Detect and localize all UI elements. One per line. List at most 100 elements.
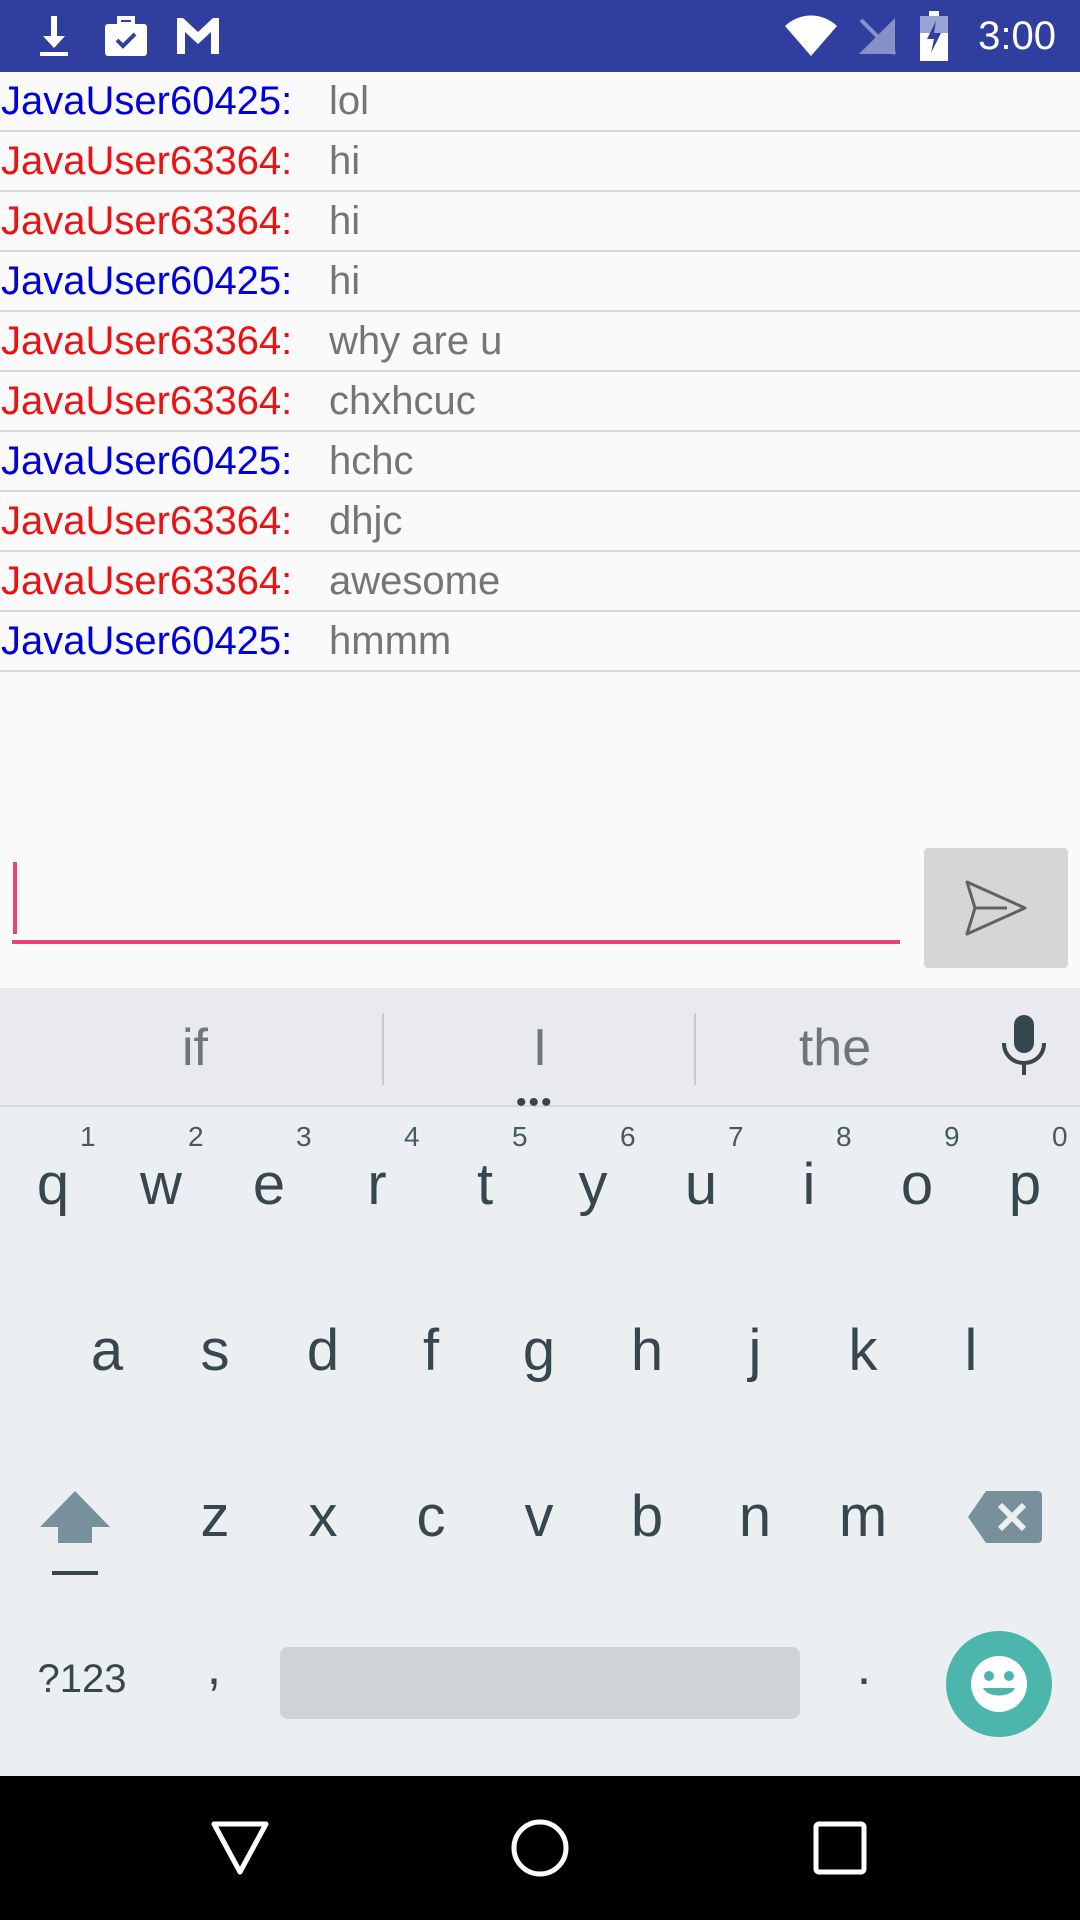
key-label: w [140,1152,182,1217]
key-p[interactable]: p0 [980,1121,1070,1231]
key-number-hint: 5 [512,1121,528,1152]
period-key[interactable]: . [826,1637,902,1707]
message-username: JavaUser63364: [1,138,293,183]
key-number-hint: 6 [620,1121,636,1152]
message-row[interactable]: JavaUser60425: lol [0,72,1080,132]
suggestion-divider [694,1013,696,1085]
message-row[interactable]: JavaUser63364: why are u [0,312,1080,372]
key-x[interactable]: x [278,1483,368,1563]
send-icon [965,880,1027,936]
key-y[interactable]: y6 [548,1121,638,1231]
message-username: JavaUser63364: [1,498,293,543]
backspace-key[interactable] [968,1489,1042,1550]
key-label: v [524,1484,554,1549]
key-u[interactable]: u7 [656,1121,746,1231]
more-suggestions-dots: ••• [516,1086,554,1119]
key-b[interactable]: b [602,1483,692,1563]
key-c[interactable]: c [386,1483,476,1563]
key-label: f [422,1318,440,1383]
key-label: s [200,1318,230,1383]
key-q[interactable]: q1 [8,1121,98,1231]
key-label: y [578,1152,608,1217]
message-row[interactable]: JavaUser60425: hchc [0,432,1080,492]
key-g[interactable]: g [494,1317,584,1397]
suggestion-3[interactable]: the [700,989,970,1107]
send-button[interactable] [924,848,1068,968]
key-label: z [200,1484,230,1549]
key-number-hint: 9 [944,1121,960,1152]
key-number-hint: 7 [728,1121,744,1152]
key-a[interactable]: a [62,1317,152,1397]
recents-button[interactable] [780,1776,900,1920]
key-e[interactable]: e3 [224,1121,314,1231]
key-n[interactable]: n [710,1483,800,1563]
navigation-bar [0,1776,1080,1920]
message-input[interactable] [12,856,900,944]
message-row[interactable]: JavaUser63364: chxhcuc [0,372,1080,432]
mic-icon[interactable] [996,1015,1052,1084]
message-username: JavaUser60425: [1,438,293,483]
emoji-icon [971,1656,1027,1712]
key-label: i [802,1152,816,1217]
message-list[interactable]: JavaUser60425: lol JavaUser63364: hi JavaUse… [0,72,1080,672]
message-row[interactable]: JavaUser63364: hi [0,192,1080,252]
comma-key[interactable]: , [176,1637,252,1707]
key-label: j [748,1318,762,1383]
message-text: dhjc [329,498,403,543]
key-i[interactable]: i8 [764,1121,854,1231]
wifi-icon [780,0,842,72]
key-s[interactable]: s [170,1317,260,1397]
key-v[interactable]: v [494,1483,584,1563]
key-m[interactable]: m [818,1483,908,1563]
key-label: u [684,1152,718,1217]
key-d[interactable]: d [278,1317,368,1397]
message-row[interactable]: JavaUser60425: hi [0,252,1080,312]
key-label: d [306,1318,340,1383]
key-label: b [630,1484,664,1549]
key-k[interactable]: k [818,1317,908,1397]
home-button[interactable] [480,1776,600,1920]
key-label: a [90,1318,124,1383]
space-key[interactable] [280,1647,800,1719]
symbols-key[interactable]: ?123 [30,1657,134,1709]
key-l[interactable]: l [926,1317,1016,1397]
message-text: hi [329,258,361,303]
message-text: hmmm [329,618,452,663]
download-icon [30,0,78,72]
message-text: lol [329,78,370,123]
message-text: hchc [329,438,414,483]
key-label: r [367,1152,387,1217]
message-username: JavaUser63364: [1,318,293,363]
text-cursor [13,862,17,934]
message-row[interactable]: JavaUser63364: awesome [0,552,1080,612]
suggestion-1[interactable]: if [50,989,340,1107]
key-o[interactable]: o9 [872,1121,962,1231]
back-button[interactable] [180,1776,300,1920]
message-row[interactable]: JavaUser63364: hi [0,132,1080,192]
key-label: n [738,1484,772,1549]
key-label: h [630,1318,664,1383]
message-row[interactable]: JavaUser63364: dhjc [0,492,1080,552]
message-username: JavaUser63364: [1,558,293,603]
key-z[interactable]: z [170,1483,260,1563]
message-row[interactable]: JavaUser60425: hmmm [0,612,1080,672]
key-label: q [36,1152,70,1217]
key-r[interactable]: r4 [332,1121,422,1231]
message-username: JavaUser60425: [1,78,293,123]
shift-key[interactable] [38,1489,112,1582]
message-text: hi [329,198,361,243]
message-text: chxhcuc [329,378,476,423]
key-number-hint: 1 [80,1121,96,1152]
briefcase-check-icon [102,0,150,72]
key-label: x [308,1484,338,1549]
key-label: g [522,1318,556,1383]
key-label: m [838,1484,888,1549]
key-t[interactable]: t5 [440,1121,530,1231]
key-f[interactable]: f [386,1317,476,1397]
back-icon [211,1821,269,1875]
emoji-button[interactable] [946,1631,1052,1737]
key-j[interactable]: j [710,1317,800,1397]
key-w[interactable]: w2 [116,1121,206,1231]
key-h[interactable]: h [602,1317,692,1397]
key-label: p [1008,1152,1042,1217]
